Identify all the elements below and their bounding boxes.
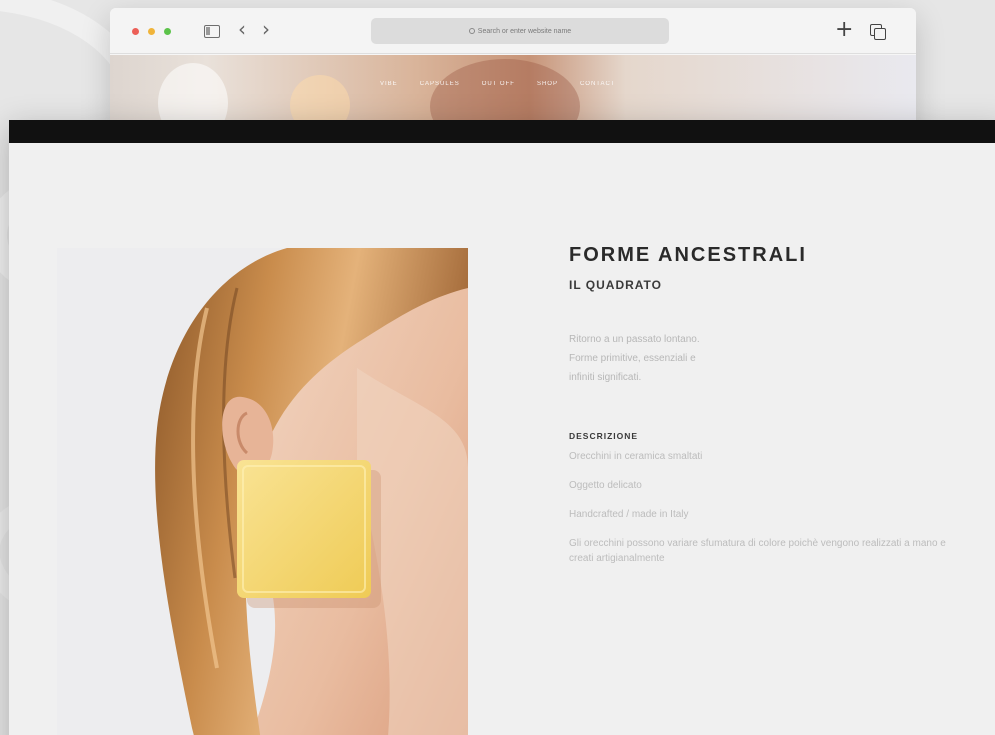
site-nav-item[interactable]: Shop xyxy=(537,81,558,87)
product-subtitle: IL QUADRATO xyxy=(569,278,663,292)
search-icon xyxy=(468,28,475,34)
model-earring-illustration xyxy=(57,248,468,735)
product-title: FORME ANCESTRALI xyxy=(569,244,807,266)
address-bar-placeholder: Search or enter website name xyxy=(477,27,572,35)
product-intro: Ritorno a un passato lontano. Forme prim… xyxy=(569,330,969,387)
address-bar[interactable]: Search or enter website name xyxy=(371,18,669,44)
description-heading: DESCRIZIONE xyxy=(569,431,639,441)
tabs-overview-icon[interactable] xyxy=(870,24,886,40)
description-item: Oggetto delicato xyxy=(569,480,642,491)
description-item: Handcrafted / made in Italy xyxy=(569,509,689,520)
site-nav-item[interactable]: Out Off xyxy=(482,81,515,87)
maximize-window-button[interactable] xyxy=(164,28,171,35)
site-nav-item[interactable]: Vibe xyxy=(380,81,398,87)
window-top-bar xyxy=(9,120,995,143)
new-tab-plus-icon[interactable]: + xyxy=(835,19,853,41)
intro-line: Forme primitive, essenziali e xyxy=(569,353,696,364)
back-arrow-icon[interactable]: ‹ xyxy=(238,19,246,39)
minimize-window-button[interactable] xyxy=(148,28,155,35)
intro-line: Ritorno a un passato lontano. xyxy=(569,334,700,345)
description-item: Orecchini in ceramica smaltati xyxy=(569,451,703,462)
close-window-button[interactable] xyxy=(132,28,139,35)
site-nav-item[interactable]: Contact xyxy=(580,81,616,87)
site-nav-item[interactable]: Capsules xyxy=(420,81,460,87)
intro-line: infiniti significati. xyxy=(569,372,642,383)
browser-toolbar: ‹ › Search or enter website name + xyxy=(110,8,916,54)
description-list: Orecchini in ceramica smaltati Oggetto d… xyxy=(569,449,969,566)
product-page-window: FORME ANCESTRALI IL QUADRATO Ritorno a u… xyxy=(9,120,995,735)
background-browser-window: ‹ › Search or enter website name + Vibe … xyxy=(110,8,916,138)
description-item: Gli orecchini possono variare sfumatura … xyxy=(569,538,946,564)
square-earring xyxy=(237,460,371,598)
product-photo xyxy=(57,248,468,735)
sidebar-toggle-icon[interactable] xyxy=(204,25,220,38)
forward-arrow-icon[interactable]: › xyxy=(262,19,270,39)
site-nav: Vibe Capsules Out Off Shop Contact xyxy=(380,81,616,87)
product-info-panel: FORME ANCESTRALI IL QUADRATO Ritorno a u… xyxy=(569,244,969,580)
